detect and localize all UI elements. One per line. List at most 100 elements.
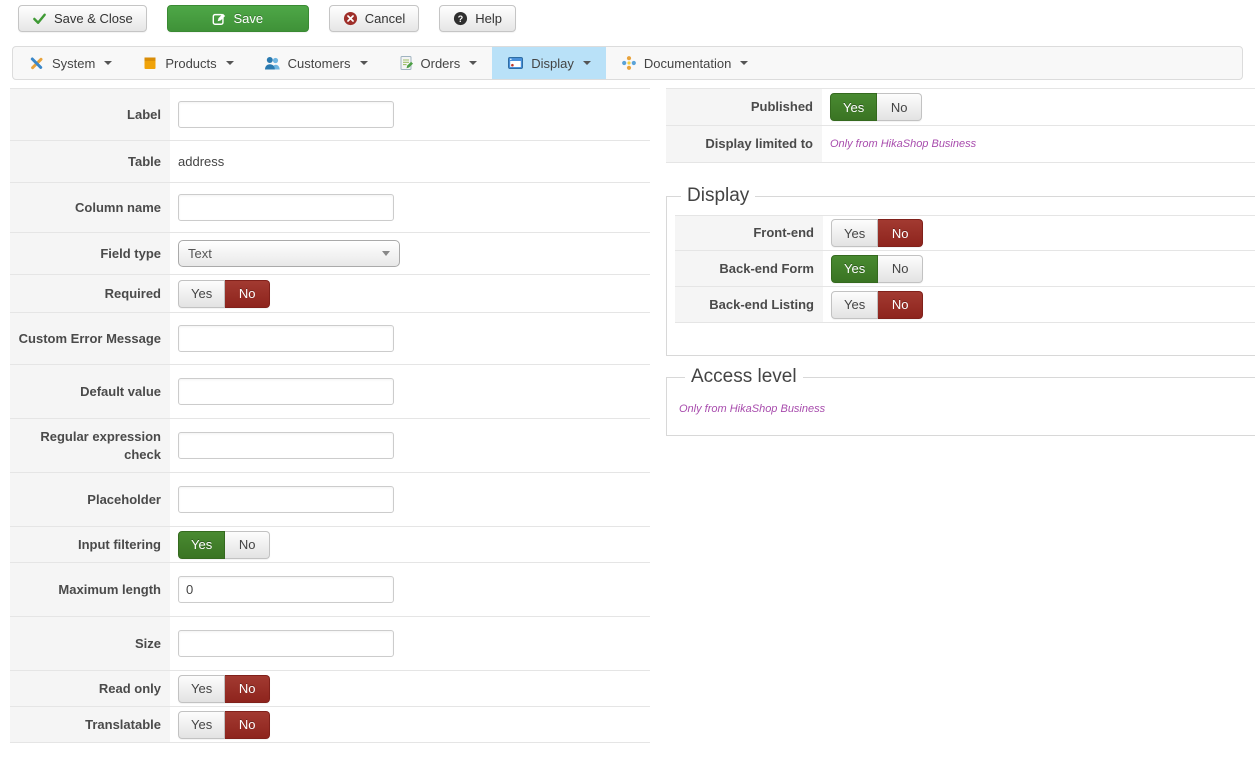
help-circle-icon: ? (453, 11, 468, 26)
publish-display-panel: Published Yes No Display limited to Only… (666, 88, 1255, 436)
hikashop-business-link[interactable]: Only from HikaShop Business (679, 403, 825, 415)
custom-error-label: Custom Error Message (10, 313, 170, 364)
menubar-item-label: Products (165, 55, 217, 71)
front-end-no-button[interactable]: No (878, 219, 924, 247)
menubar-item-label: Documentation (643, 55, 732, 71)
label-row: Label (10, 89, 650, 141)
svg-text:?: ? (458, 14, 463, 24)
hikashop-business-link[interactable]: Only from HikaShop Business (830, 138, 976, 150)
front-end-yes-button[interactable]: Yes (831, 219, 879, 247)
input-filtering-label: Input filtering (10, 527, 170, 562)
translatable-no-button[interactable]: No (225, 710, 271, 739)
column-name-row: Column name (10, 183, 650, 233)
translatable-toggle: Yes No (178, 710, 271, 739)
column-name-label: Column name (10, 183, 170, 232)
backend-form-no-button[interactable]: No (878, 254, 924, 283)
field-type-selected-value: Text (188, 246, 212, 261)
menubar-item-label: Display (531, 55, 574, 71)
custom-error-row: Custom Error Message (10, 313, 650, 365)
required-row: Required Yes No (10, 275, 650, 313)
custom-error-input[interactable] (178, 325, 394, 352)
menubar: System Products Customers Orders Display… (12, 46, 1243, 80)
help-label: Help (475, 11, 502, 26)
tools-icon (28, 55, 45, 72)
menubar-item-orders[interactable]: Orders (383, 47, 493, 79)
regex-check-row: Regular expression check (10, 419, 650, 473)
front-end-toggle: Yes No (831, 219, 924, 247)
menubar-item-products[interactable]: Products (127, 47, 248, 79)
menubar-item-documentation[interactable]: Documentation (606, 47, 763, 79)
menubar-item-display[interactable]: Display (492, 47, 606, 79)
regex-check-label: Regular expression check (10, 419, 170, 472)
default-value-label: Default value (10, 365, 170, 418)
required-no-button[interactable]: No (225, 279, 271, 308)
save-and-close-label: Save & Close (54, 11, 133, 26)
users-icon (264, 55, 281, 71)
required-yes-button[interactable]: Yes (178, 279, 226, 308)
max-length-input[interactable] (178, 576, 394, 603)
monitor-icon (507, 55, 524, 71)
read-only-no-button[interactable]: No (225, 674, 271, 703)
backend-listing-yes-button[interactable]: Yes (831, 290, 879, 319)
menubar-item-system[interactable]: System (13, 47, 127, 79)
input-filtering-toggle: Yes No (178, 530, 271, 559)
save-button[interactable]: Save (166, 5, 309, 32)
max-length-label: Maximum length (10, 563, 170, 616)
front-end-row: Front-end Yes No (675, 215, 1255, 251)
field-type-row: Field type Text (10, 233, 650, 275)
field-type-label: Field type (10, 233, 170, 274)
backend-form-toggle: Yes No (831, 254, 924, 283)
placeholder-input[interactable] (178, 486, 394, 513)
table-row-label: Table (10, 141, 170, 182)
chevron-down-icon (469, 61, 478, 65)
translatable-yes-button[interactable]: Yes (178, 710, 226, 739)
translatable-row: Translatable Yes No (10, 707, 650, 743)
published-label: Published (666, 89, 822, 125)
regex-check-input[interactable] (178, 432, 394, 459)
save-and-close-button[interactable]: Save & Close (18, 5, 147, 32)
table-value: address (178, 154, 225, 169)
check-icon (32, 11, 47, 26)
display-fieldset-title: Display (687, 185, 750, 206)
column-name-input[interactable] (178, 194, 394, 221)
menubar-item-customers[interactable]: Customers (249, 47, 383, 79)
required-label: Required (10, 275, 170, 312)
published-row: Published Yes No (666, 89, 1255, 126)
placeholder-row: Placeholder (10, 473, 650, 527)
publish-table: Published Yes No Display limited to Only… (666, 88, 1255, 163)
main-content: Label Table address Column name Field ty… (0, 88, 1255, 743)
help-button[interactable]: ? Help (439, 5, 516, 32)
order-document-icon (398, 55, 414, 71)
input-filtering-no-button[interactable]: No (225, 530, 271, 559)
max-length-row: Maximum length (10, 563, 650, 617)
chevron-down-icon (104, 61, 113, 65)
backend-listing-no-button[interactable]: No (878, 290, 924, 319)
default-value-input[interactable] (178, 378, 394, 405)
size-label: Size (10, 617, 170, 670)
published-yes-button[interactable]: Yes (830, 93, 878, 121)
backend-form-label: Back-end Form (675, 251, 823, 286)
menubar-item-label: Orders (420, 55, 461, 71)
table-row: Table address (10, 141, 650, 183)
cancel-label: Cancel (364, 11, 406, 26)
field-type-select[interactable]: Text (178, 240, 400, 267)
read-only-row: Read only Yes No (10, 671, 650, 707)
backend-listing-label: Back-end Listing (675, 287, 823, 322)
pinwheel-icon (621, 55, 637, 71)
box-icon (142, 55, 158, 71)
front-end-label: Front-end (675, 216, 823, 250)
size-input[interactable] (178, 630, 394, 657)
input-filtering-yes-button[interactable]: Yes (178, 530, 226, 559)
label-input[interactable] (178, 101, 394, 128)
read-only-yes-button[interactable]: Yes (178, 674, 226, 703)
backend-listing-row: Back-end Listing Yes No (675, 287, 1255, 323)
display-limited-row: Display limited to Only from HikaShop Bu… (666, 126, 1255, 163)
edit-save-icon (212, 12, 226, 26)
label-row-label: Label (10, 89, 170, 140)
read-only-label: Read only (10, 671, 170, 706)
backend-form-yes-button[interactable]: Yes (831, 254, 879, 283)
chevron-down-icon (359, 61, 368, 65)
input-filtering-row: Input filtering Yes No (10, 527, 650, 563)
published-no-button[interactable]: No (877, 93, 923, 121)
cancel-button[interactable]: Cancel (328, 5, 420, 32)
